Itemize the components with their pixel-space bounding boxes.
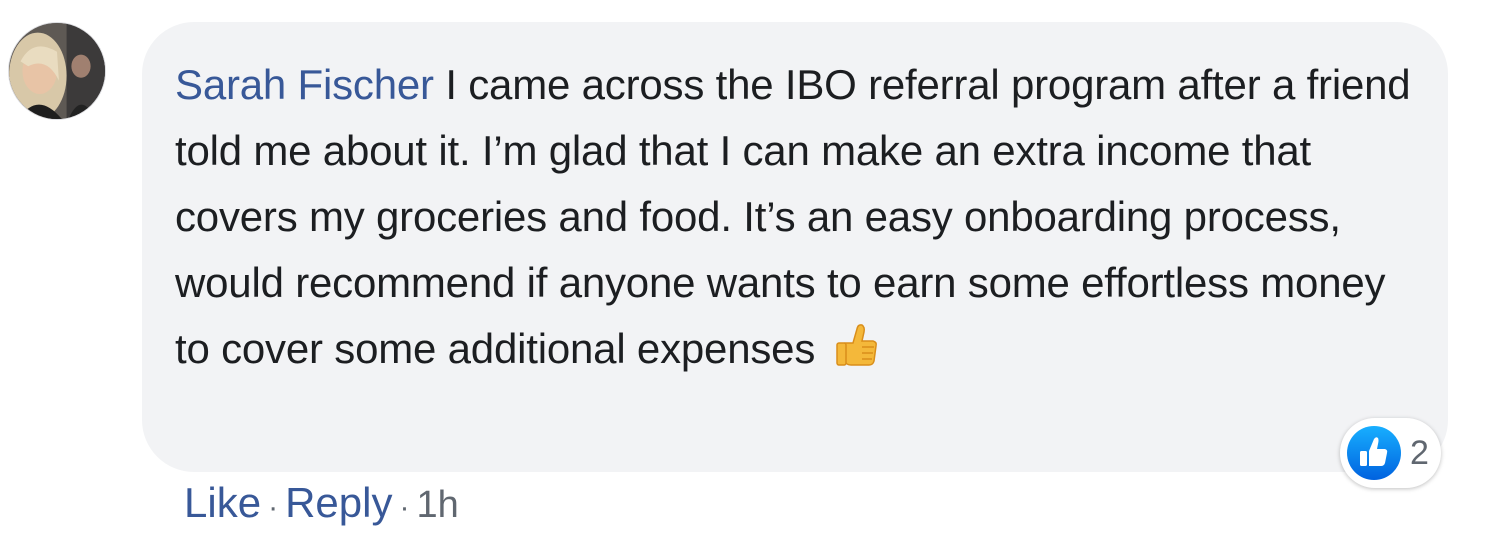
- reaction-count: 2: [1410, 433, 1429, 472]
- profile-photo: [9, 23, 105, 119]
- separator: ·: [399, 491, 410, 524]
- like-reaction-icon: [1346, 425, 1402, 481]
- separator: ·: [268, 491, 279, 524]
- author-name-link[interactable]: Sarah Fischer: [175, 61, 434, 108]
- thumbs-up-icon: [835, 324, 877, 366]
- comment-bubble: Sarah Fischer I came across the IBO refe…: [142, 22, 1448, 472]
- reply-link[interactable]: Reply: [285, 478, 392, 528]
- comment-body: Sarah Fischer I came across the IBO refe…: [175, 52, 1412, 382]
- comment-actions: Like · Reply · 1h: [184, 478, 459, 533]
- timestamp[interactable]: 1h: [416, 480, 458, 530]
- like-link[interactable]: Like: [184, 478, 261, 528]
- reaction-summary[interactable]: 2: [1340, 418, 1441, 488]
- avatar[interactable]: [8, 22, 106, 120]
